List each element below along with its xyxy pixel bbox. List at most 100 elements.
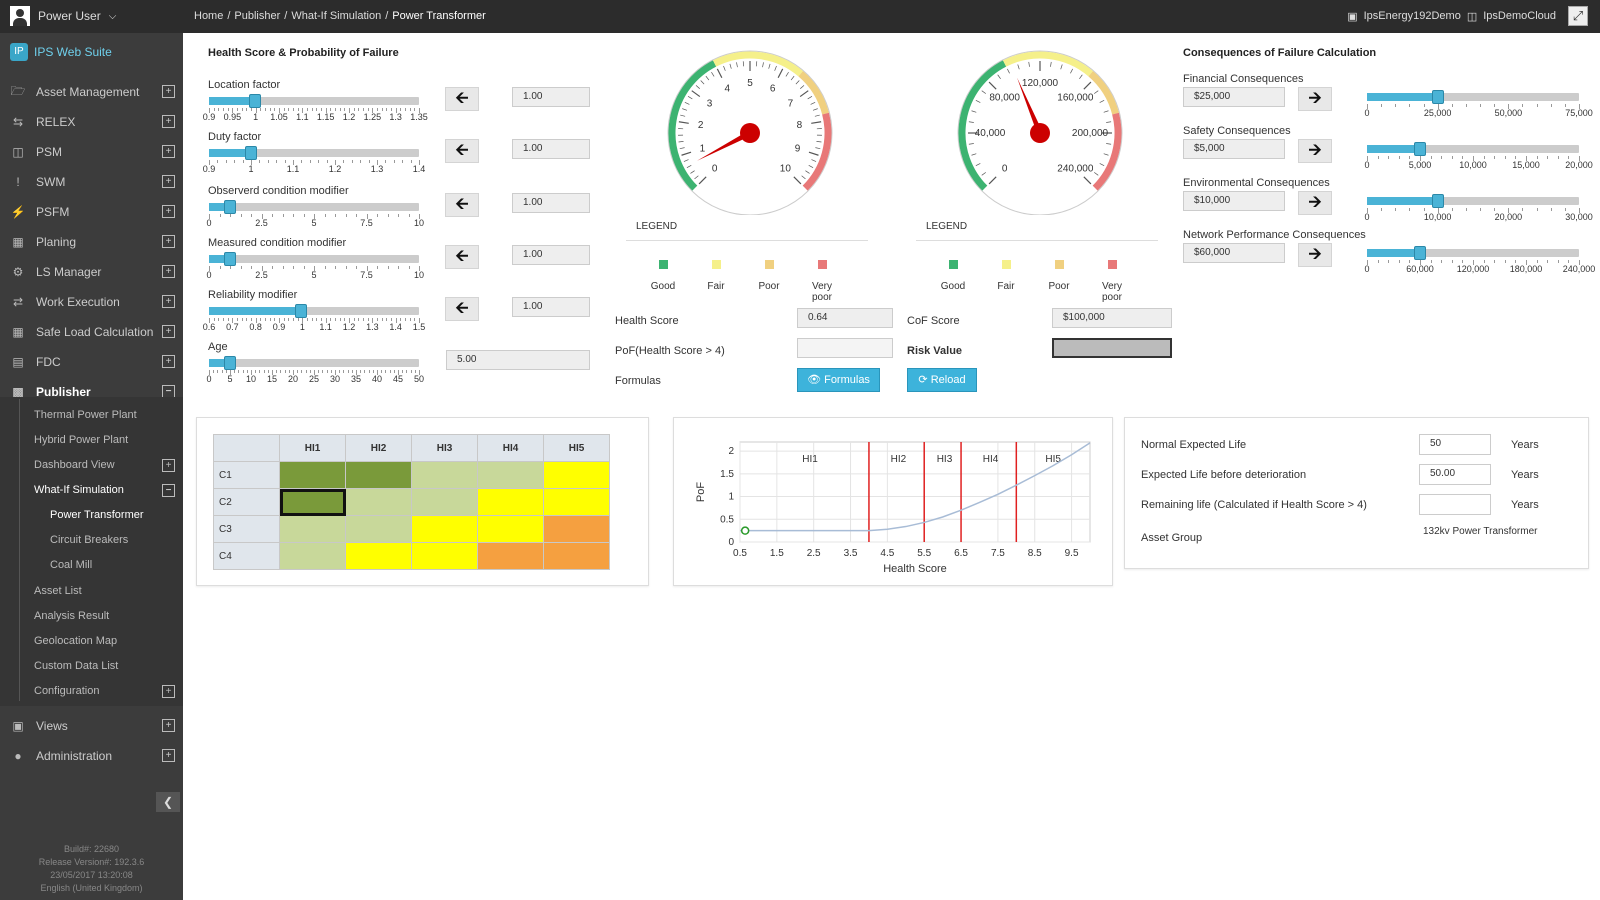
matrix-cell[interactable] [345,542,412,570]
slider-handle[interactable] [224,356,236,370]
matrix-cell[interactable] [543,515,610,543]
sidebar-item-views[interactable]: ▣ Views + [0,712,183,740]
matrix-cell[interactable] [411,461,478,489]
brand[interactable]: IP IPS Web Suite [10,43,112,61]
expand-icon[interactable]: + [162,205,175,218]
sidebar-item-psm[interactable]: ◫ PSM + [0,138,183,166]
duty-factor-apply-button[interactable]: 🡨 [445,139,479,163]
user-menu[interactable]: Power User ⌵ [10,6,116,26]
duty-factor-field[interactable]: 1.00 [512,139,590,159]
sidebar-subitem-thermal-power-plant[interactable]: Thermal Power Plant [34,409,183,421]
sidebar-subitem-geolocation-map[interactable]: Geolocation Map [34,635,183,647]
expand-icon[interactable]: + [162,115,175,128]
slider-handle[interactable] [1431,90,1444,104]
slider-handle[interactable] [295,304,308,318]
sidebar-subitem-power-transformer[interactable]: Power Transformer [50,509,144,521]
matrix-cell[interactable] [345,488,412,516]
matrix-cell[interactable] [279,542,346,570]
matrix-cell[interactable] [411,515,478,543]
reload-button[interactable]: ⟳ Reload [907,368,977,392]
network-performance-consequences-slider[interactable]: 0 60,000 120,000 180,000 240,000 [1364,243,1595,274]
breadcrumb-publisher[interactable]: Publisher [234,10,280,22]
matrix-cell[interactable] [411,488,478,516]
formulas-button[interactable]: 👁 Formulas [797,368,880,392]
matrix-cell[interactable] [477,461,544,489]
sidebar-subitem-coal-mill[interactable]: Coal Mill [50,559,92,571]
expand-icon[interactable]: + [162,235,175,248]
duty-factor-slider[interactable]: 0.9 1 1.1 1.2 1.3 1.4 [203,143,425,174]
environmental-consequences-field[interactable]: $10,000 [1183,191,1285,211]
slider-handle[interactable] [224,252,236,266]
sidebar-item-fdc[interactable]: ▤ FDC + [0,348,183,376]
sidebar-subitem-circuit-breakers[interactable]: Circuit Breakers [50,534,128,546]
age-field[interactable]: 5.00 [446,350,590,370]
server-name[interactable]: IpsEnergy192Demo [1364,10,1461,23]
sidebar-item-psfm[interactable]: ⚡ PSFM + [0,198,183,226]
matrix-cell[interactable] [411,542,478,570]
fullscreen-icon[interactable]: ⤢ [1568,6,1588,26]
safety-consequences-apply-button[interactable]: 🡪 [1298,139,1332,163]
expand-icon[interactable]: + [162,749,175,762]
reliability-modifier-field[interactable]: 1.00 [512,297,590,317]
sidebar-item-ls-manager[interactable]: ⚙ LS Manager + [0,258,183,286]
environmental-consequences-apply-button[interactable]: 🡪 [1298,191,1332,215]
matrix-cell[interactable] [279,461,346,489]
cloud-name[interactable]: IpsDemoCloud [1483,10,1556,23]
financial-consequences-slider[interactable]: 0 25,000 50,000 75,000 [1364,87,1593,118]
expand-icon[interactable]: + [162,145,175,158]
slider-handle[interactable] [1414,246,1426,260]
sidebar-subitem-configuration[interactable]: Configuration + [34,685,183,698]
reliability-modifier-apply-button[interactable]: 🡨 [445,297,479,321]
sidebar-subitem-analysis-result[interactable]: Analysis Result [34,610,183,622]
sidebar-item-relex[interactable]: ⇆ RELEX + [0,108,183,136]
reliability-modifier-slider[interactable]: 0.6 0.7 0.8 0.9 1 1.1 1.2 1.3 1.4 1.5 [203,301,425,332]
sidebar-item-planing[interactable]: ▦ Planing + [0,228,183,256]
financial-consequences-field[interactable]: $25,000 [1183,87,1285,107]
breadcrumb-home[interactable]: Home [194,10,223,22]
age-slider[interactable]: 0 5 10 15 20 25 30 35 40 45 50 [206,353,424,384]
observerd-condition-modifier-field[interactable]: 1.00 [512,193,590,213]
expand-icon[interactable]: + [162,175,175,188]
life-row-field[interactable]: 50.00 [1419,464,1491,485]
network-performance-consequences-apply-button[interactable]: 🡪 [1298,243,1332,267]
measured-condition-modifier-field[interactable]: 1.00 [512,245,590,265]
matrix-cell[interactable] [345,461,412,489]
matrix-cell[interactable] [543,461,610,489]
financial-consequences-apply-button[interactable]: 🡪 [1298,87,1332,111]
expand-icon[interactable]: + [162,295,175,308]
life-row-field[interactable] [1419,494,1491,515]
matrix-cell[interactable] [345,515,412,543]
collapse-icon[interactable]: − [162,484,175,497]
slider-handle[interactable] [1414,142,1426,156]
expand-icon[interactable]: + [162,85,175,98]
slider-handle[interactable] [1431,194,1444,208]
location-factor-field[interactable]: 1.00 [512,87,590,107]
sidebar-item-swm[interactable]: ! SWM + [0,168,183,196]
environmental-consequences-slider[interactable]: 0 10,000 20,000 30,000 [1364,191,1593,222]
matrix-cell[interactable] [477,488,544,516]
sidebar-subitem-dashboard-view[interactable]: Dashboard View + [34,459,183,472]
sidebar-item-work-execution[interactable]: ⇄ Work Execution + [0,288,183,316]
observerd-condition-modifier-slider[interactable]: 0 2.5 5 7.5 10 [206,197,424,228]
collapse-sidebar-icon[interactable]: ❮ [156,792,180,812]
matrix-cell[interactable] [279,515,346,543]
expand-icon[interactable]: + [162,719,175,732]
location-factor-slider[interactable]: 0.9 0.95 1 1.05 1.1 1.15 1.2 1.25 1.3 1.35 [203,91,428,122]
sidebar-subitem-hybrid-power-plant[interactable]: Hybrid Power Plant [34,434,183,446]
expand-icon[interactable]: + [162,265,175,278]
sidebar-subitem-asset-list[interactable]: Asset List [34,585,183,597]
matrix-cell-selected[interactable] [279,488,346,516]
observerd-condition-modifier-apply-button[interactable]: 🡨 [445,193,479,217]
slider-handle[interactable] [249,94,262,108]
measured-condition-modifier-slider[interactable]: 0 2.5 5 7.5 10 [206,249,424,280]
slider-handle[interactable] [245,146,257,160]
sidebar-subitem-what-if-simulation[interactable]: What-If Simulation − [34,484,183,497]
matrix-cell[interactable] [543,488,610,516]
breadcrumb-whatif[interactable]: What-If Simulation [291,10,381,22]
sidebar-item-asset-management[interactable]: 🗁 Asset Management + [0,78,183,106]
matrix-cell[interactable] [543,542,610,570]
sidebar-item-safe-load-calculation[interactable]: ▦ Safe Load Calculation + [0,318,183,346]
expand-icon[interactable]: + [162,355,175,368]
safety-consequences-slider[interactable]: 0 5,000 10,000 15,000 20,000 [1364,139,1593,170]
expand-icon[interactable]: + [162,685,175,698]
